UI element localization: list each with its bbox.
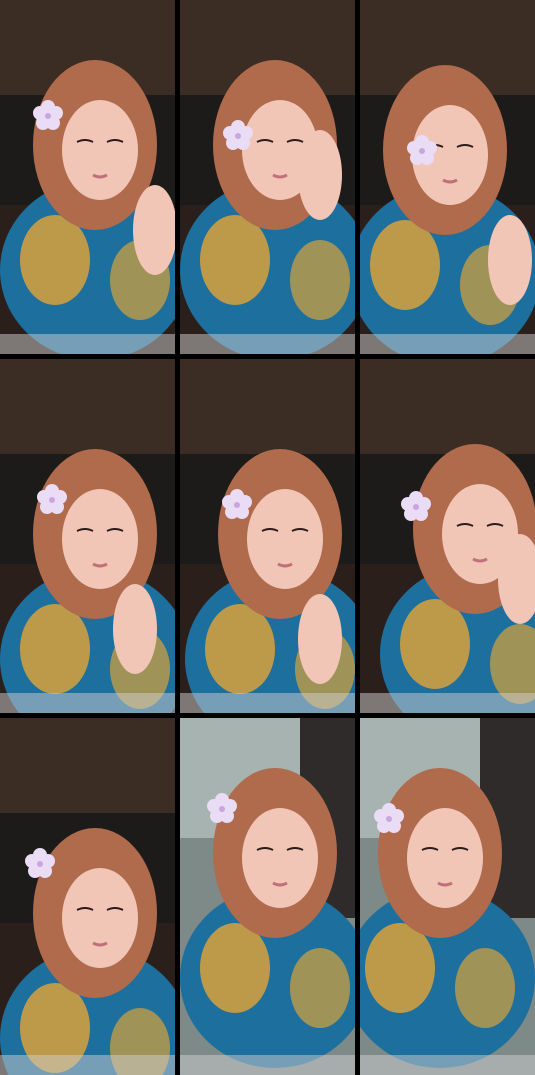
scene-4 xyxy=(0,359,175,713)
scene-9 xyxy=(360,718,535,1075)
scene-illustration xyxy=(0,359,175,713)
scene-illustration xyxy=(360,718,535,1075)
photo-grid xyxy=(0,0,535,1075)
scene-6 xyxy=(360,359,535,713)
scene-5 xyxy=(180,359,355,713)
photo-frame-3[interactable] xyxy=(360,0,535,354)
scene-illustration xyxy=(180,359,355,713)
photo-frame-4[interactable] xyxy=(0,359,175,713)
photo-frame-9[interactable] xyxy=(360,718,535,1075)
scene-8 xyxy=(180,718,355,1075)
scene-illustration xyxy=(0,718,175,1075)
scene-1 xyxy=(0,0,175,354)
scene-illustration xyxy=(360,0,535,354)
scene-illustration xyxy=(180,0,355,354)
photo-frame-5[interactable] xyxy=(180,359,355,713)
scene-7 xyxy=(0,718,175,1075)
photo-frame-7[interactable] xyxy=(0,718,175,1075)
scene-illustration xyxy=(360,359,535,713)
photo-frame-1[interactable] xyxy=(0,0,175,354)
photo-frame-2[interactable] xyxy=(180,0,355,354)
scene-illustration xyxy=(0,0,175,354)
scene-3 xyxy=(360,0,535,354)
scene-2 xyxy=(180,0,355,354)
scene-illustration xyxy=(180,718,355,1075)
photo-frame-8[interactable] xyxy=(180,718,355,1075)
photo-frame-6[interactable] xyxy=(360,359,535,713)
